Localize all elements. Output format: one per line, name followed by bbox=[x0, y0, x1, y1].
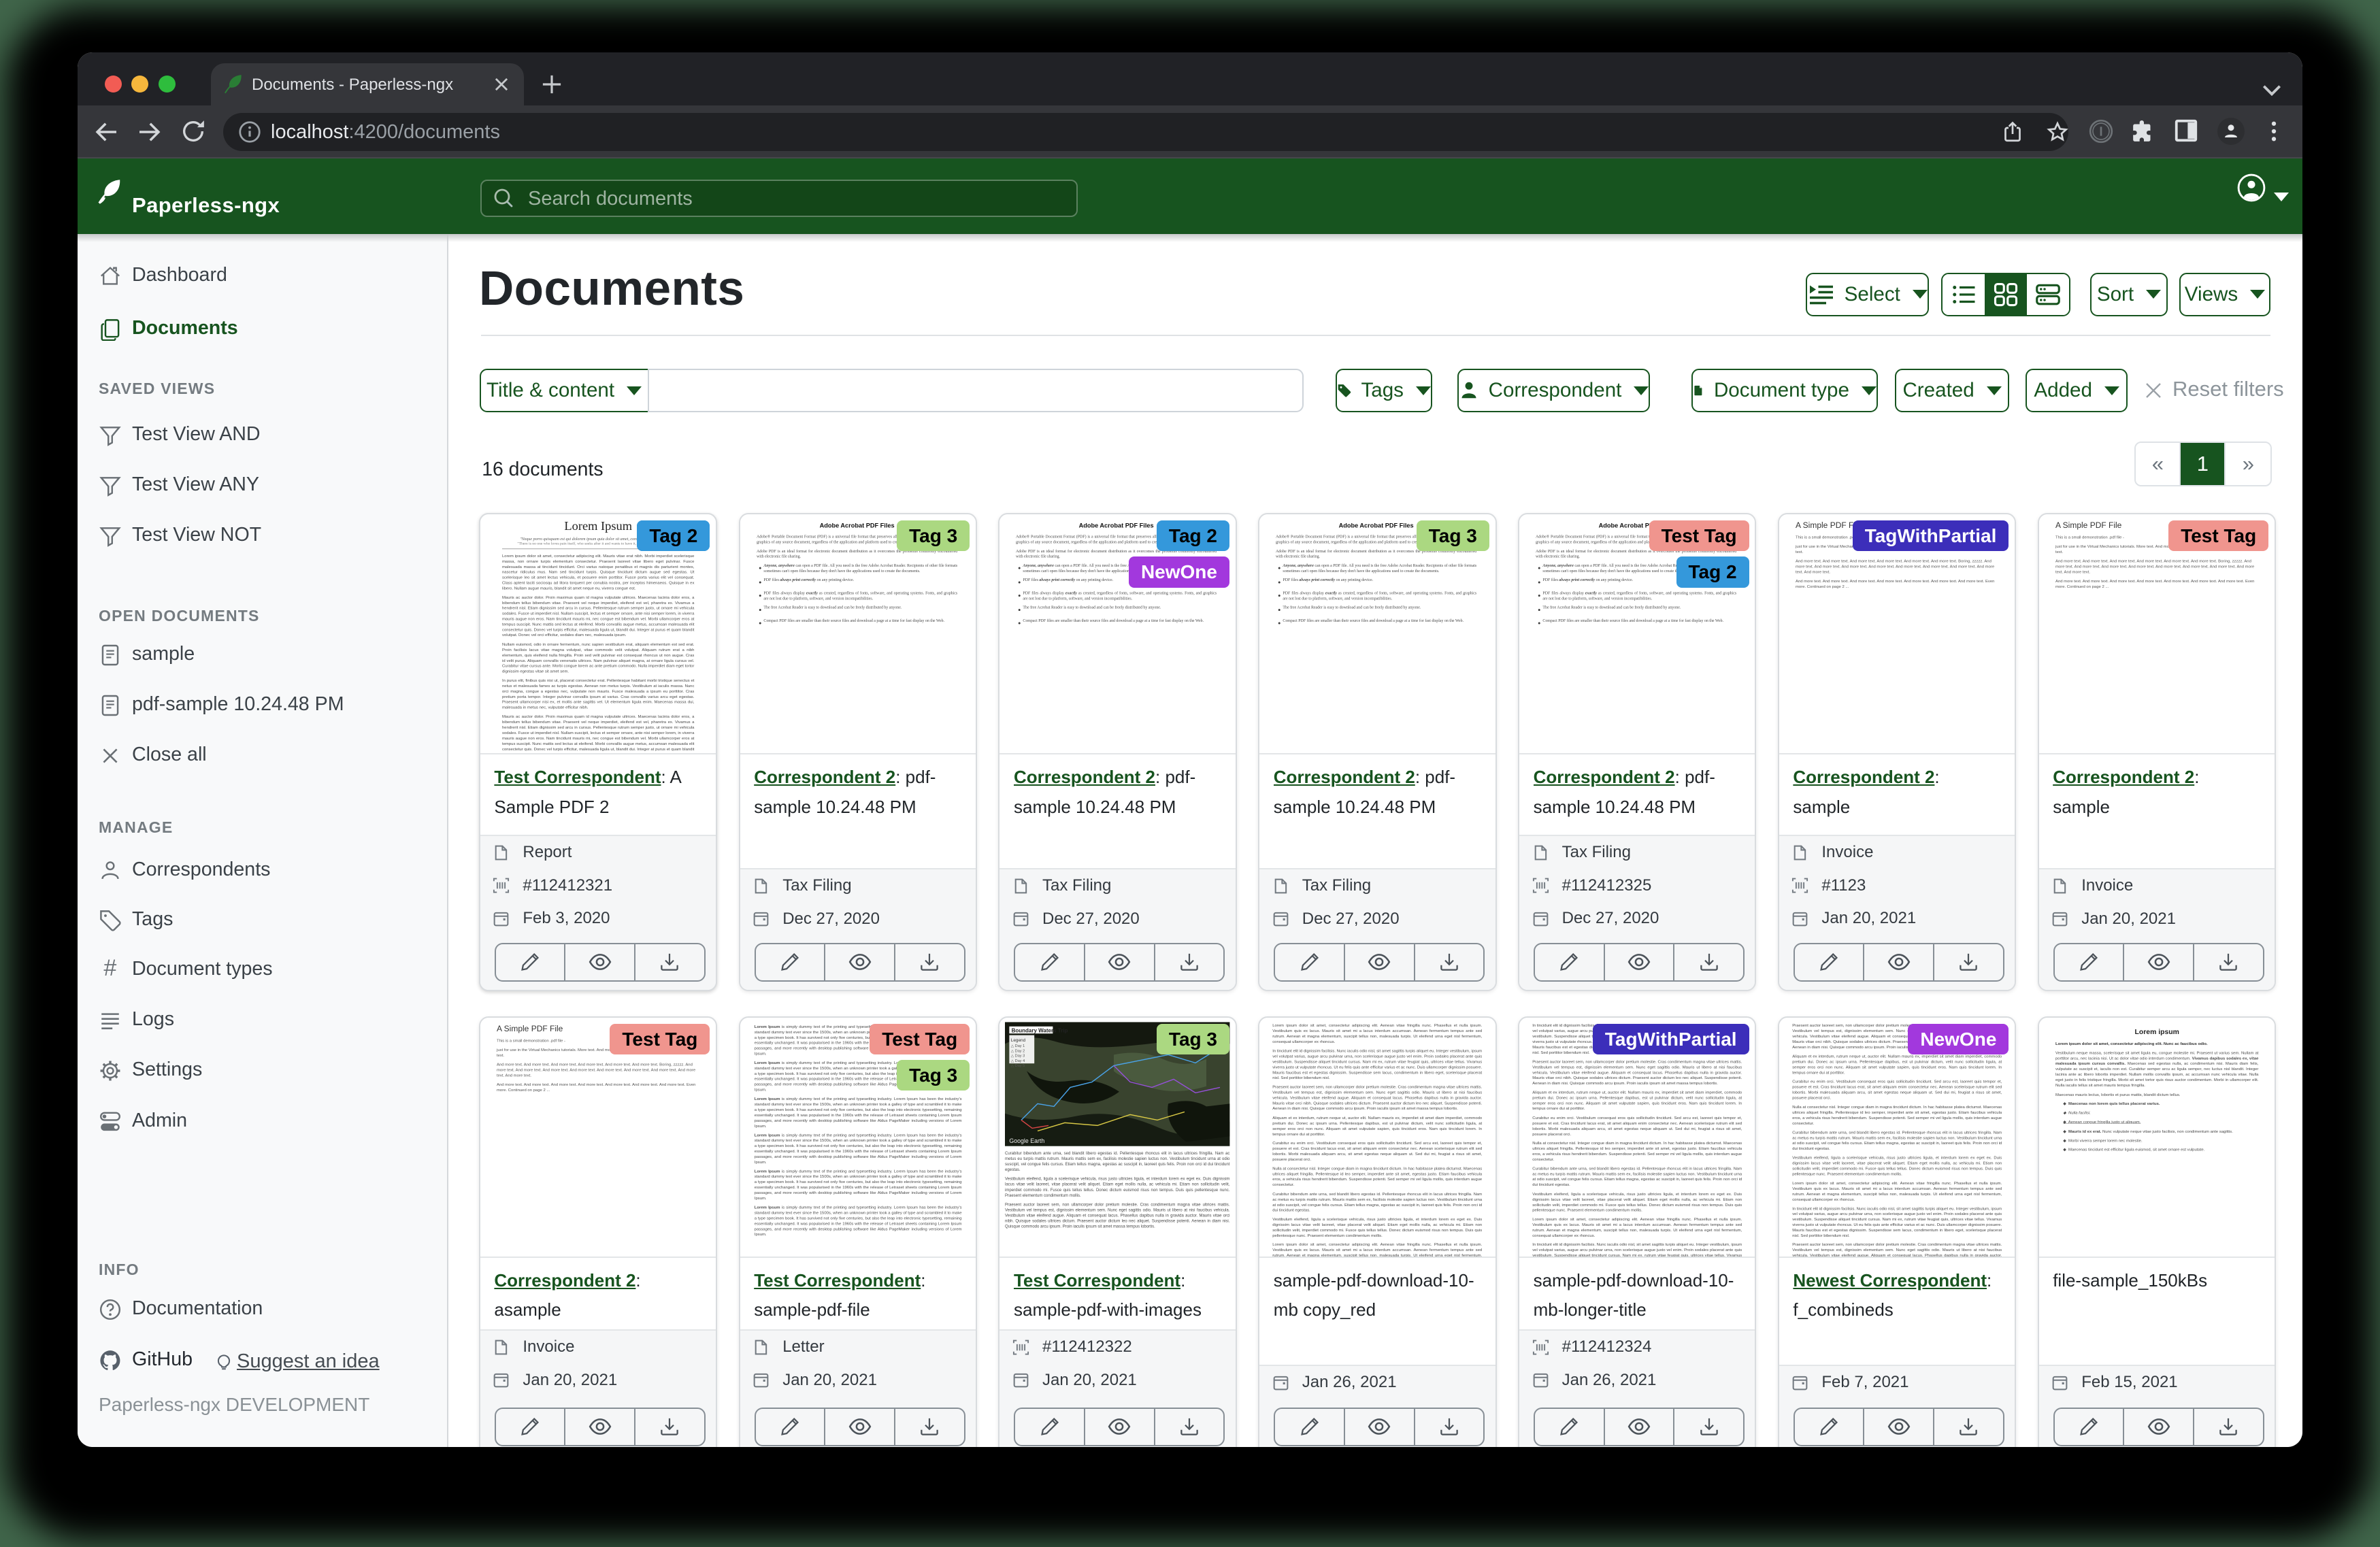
svg-text:△ Day 1: △ Day 1 bbox=[1011, 1044, 1025, 1048]
svg-text:Boundary Waters Trip: Boundary Waters Trip bbox=[1012, 1028, 1068, 1034]
svg-text:△ Day 2: △ Day 2 bbox=[1011, 1049, 1025, 1053]
svg-text:Google Earth: Google Earth bbox=[1010, 1137, 1045, 1144]
svg-text:△ Day 5: △ Day 5 bbox=[1011, 1064, 1025, 1068]
svg-text:Legend: Legend bbox=[1011, 1038, 1026, 1043]
svg-text:△ Day 3: △ Day 3 bbox=[1011, 1054, 1025, 1059]
svg-text:△ Day 4: △ Day 4 bbox=[1011, 1059, 1025, 1063]
